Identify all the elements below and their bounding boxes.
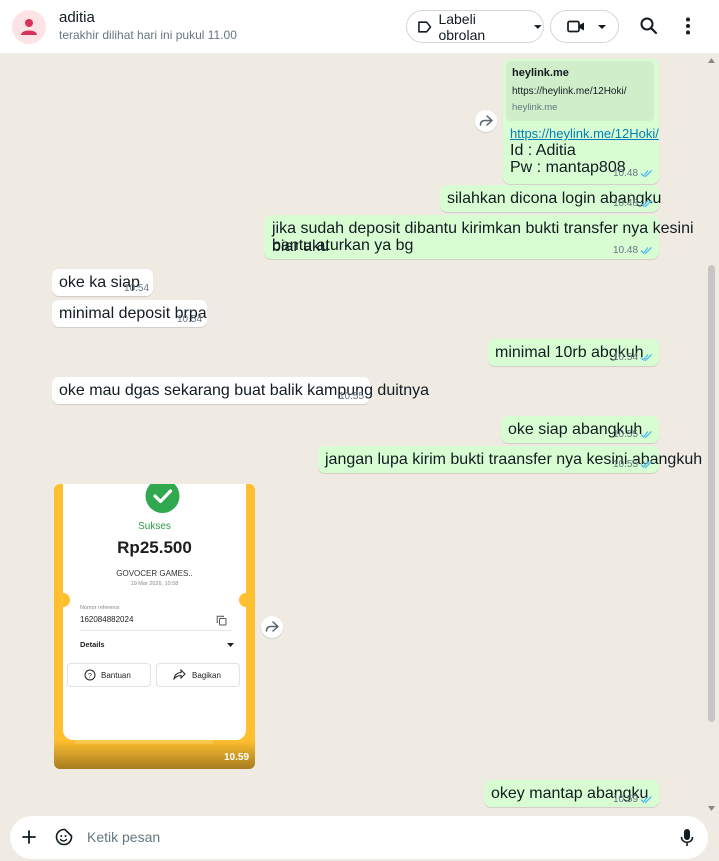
- message-list[interactable]: heylink.me https://heylink.me/12Hoki/ he…: [0, 55, 719, 814]
- person-icon: [21, 19, 37, 35]
- svg-text:?: ?: [88, 673, 92, 680]
- search-icon[interactable]: [640, 16, 658, 36]
- scroll-down-icon[interactable]: [708, 806, 715, 811]
- label-chat-button[interactable]: Labeli obrolan: [406, 10, 544, 43]
- image-message[interactable]: Sukses Rp25.500 GOVOCER GAMES.. 19 Mar 2…: [54, 484, 255, 769]
- link-preview[interactable]: heylink.me https://heylink.me/12Hoki/ he…: [506, 61, 654, 121]
- check-circle-icon: [145, 484, 180, 513]
- message-time: 10.54: [124, 283, 150, 294]
- forward-button[interactable]: [475, 110, 497, 132]
- read-receipt-icon: [640, 354, 652, 362]
- message-time: 10.54: [177, 314, 203, 325]
- chevron-down-icon: [598, 24, 606, 29]
- read-receipt-icon: [640, 461, 652, 469]
- read-receipt-icon: [640, 431, 652, 439]
- forward-icon: [479, 115, 493, 126]
- receipt-help-button: ? Bantuan: [67, 663, 151, 687]
- read-receipt-icon: [640, 200, 652, 208]
- label-icon: [418, 20, 432, 33]
- message-time: 10.48: [613, 245, 639, 256]
- help-icon: ?: [84, 669, 96, 681]
- chevron-down-icon: [227, 643, 234, 647]
- link-preview-url: https://heylink.me/12Hoki/: [512, 86, 627, 97]
- chevron-down-icon: [534, 24, 543, 29]
- message-time: 10.48: [613, 168, 639, 179]
- label-chat-text: Labeli obrolan: [438, 10, 486, 43]
- message-time: 10.59: [613, 794, 639, 805]
- microphone-icon[interactable]: [680, 828, 694, 847]
- scroll-up-icon[interactable]: [708, 58, 715, 63]
- attach-plus-icon[interactable]: [22, 830, 36, 844]
- message-text: bantu aturkan ya bg: [272, 237, 414, 254]
- share-icon: [173, 669, 186, 680]
- receipt-share-button: Bagikan: [156, 663, 240, 687]
- read-receipt-icon: [640, 247, 652, 255]
- payment-receipt: Sukses Rp25.500 GOVOCER GAMES.. 19 Mar 2…: [56, 484, 253, 740]
- receipt-amount: Rp25.500: [117, 538, 192, 557]
- message-time: 10.55: [613, 459, 639, 470]
- chat-scrollbar[interactable]: [708, 265, 715, 722]
- receipt-ref-label: Nomor referensi: [80, 605, 120, 611]
- message-text: Id : Aditia: [510, 142, 576, 159]
- message-input[interactable]: Ketik pesan: [87, 829, 160, 845]
- message-time: 10.48: [613, 198, 639, 209]
- message-link[interactable]: https://heylink.me/12Hoki/: [510, 126, 659, 141]
- message-composer: Ketik pesan: [0, 814, 719, 861]
- message-time: 10.55: [339, 391, 365, 402]
- forward-icon: [265, 621, 279, 632]
- receipt-status: Sukses: [138, 521, 171, 532]
- message-time: 10.59: [224, 752, 250, 763]
- contact-name[interactable]: aditia: [59, 9, 95, 26]
- video-camera-icon: [567, 20, 584, 33]
- link-preview-title: heylink.me: [512, 67, 569, 79]
- forward-button[interactable]: [261, 616, 283, 638]
- message-time: 10.55: [613, 429, 639, 440]
- receipt-details: Details: [80, 640, 105, 649]
- receipt-date: 19 Mar 2026, 10:58: [130, 581, 179, 587]
- copy-icon: [216, 615, 227, 626]
- message-text: Pw : mantap808: [510, 159, 626, 176]
- sticker-emoji-icon[interactable]: [55, 828, 73, 846]
- contact-last-seen: terakhir dilihat hari ini pukul 11.00: [59, 28, 237, 42]
- more-options-icon[interactable]: [685, 17, 691, 35]
- video-call-button[interactable]: [550, 10, 619, 43]
- avatar[interactable]: [12, 10, 46, 44]
- chat-header: aditia terakhir dilihat hari ini pukul 1…: [0, 0, 719, 54]
- receipt-merchant: GOVOCER GAMES..: [116, 569, 193, 578]
- message-time: 10.54: [613, 352, 639, 363]
- link-preview-domain: heylink.me: [512, 102, 558, 113]
- read-receipt-icon: [640, 796, 652, 804]
- message-text: oke mau dgas sekarang buat balik kampung…: [59, 382, 430, 399]
- read-receipt-icon: [640, 170, 652, 178]
- receipt-ref-value: 162084882024: [80, 615, 134, 624]
